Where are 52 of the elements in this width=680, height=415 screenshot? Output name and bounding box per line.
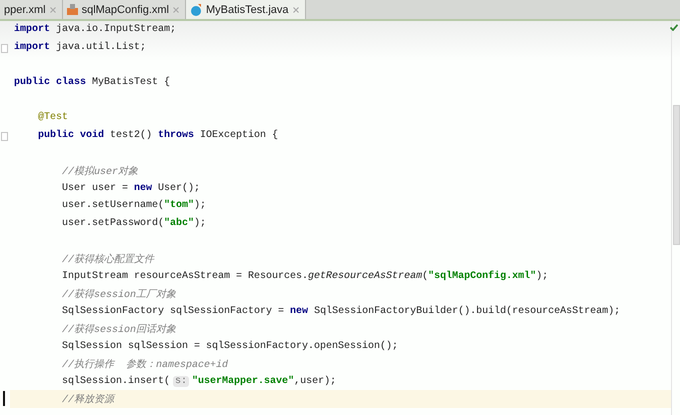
code-comment: //执行操作 参数：namespace+id xyxy=(62,358,228,372)
code-text: ); xyxy=(536,270,548,282)
string-literal: "abc" xyxy=(164,218,194,229)
code-text: User user = xyxy=(62,182,130,194)
keyword: import xyxy=(14,42,50,53)
code-text: SqlSession sqlSession = sqlSessionFactory.openSession(); xyxy=(62,340,398,352)
annotation: @Test xyxy=(38,112,68,124)
check-icon xyxy=(670,24,678,31)
keyword: import xyxy=(14,24,50,36)
string-literal: "tom" xyxy=(164,200,194,212)
code-text: SqlSessionFactory sqlSessionFactory = xyxy=(62,306,286,317)
code-comment: //模拟user对象 xyxy=(62,164,138,178)
code-text: User(); xyxy=(157,182,200,194)
editor-tab[interactable]: pper.xml xyxy=(0,0,63,19)
string-literal: "userMapper.save" xyxy=(192,376,294,388)
code-comment: //获得session工厂对象 xyxy=(62,288,176,301)
code-text: SqlSessionFactoryBuilder().build(resourceAsStream); xyxy=(313,306,620,317)
xml-file-icon xyxy=(66,4,78,15)
code-text: InputStream resourceAsStream = Resources. xyxy=(62,270,308,282)
code-comment: //获得核心配置文件 xyxy=(62,252,154,266)
close-icon[interactable] xyxy=(173,6,179,12)
text-caret xyxy=(3,391,5,406)
code-text: ); xyxy=(194,200,206,212)
keyword: new xyxy=(290,306,308,317)
code-comment: //获得session回话对象 xyxy=(62,322,176,336)
code-text: ); xyxy=(194,218,206,229)
parameter-hint: s: xyxy=(173,376,190,388)
code-text: IOException { xyxy=(199,130,278,141)
code-text: java.io.InputStream; xyxy=(55,24,176,36)
close-icon[interactable] xyxy=(50,6,56,12)
code-text: ,user); xyxy=(294,376,336,388)
editor-tab[interactable]: sqlMapConfig.xml xyxy=(62,0,186,19)
keyword: new xyxy=(134,182,152,194)
fold-icon[interactable] xyxy=(1,132,8,141)
code-comment: //释放资源 xyxy=(62,393,114,406)
code-text: java.util.List; xyxy=(55,42,146,53)
keyword: public class xyxy=(14,77,86,88)
string-literal: "sqlMapConfig.xml" xyxy=(428,270,536,282)
class-file-icon xyxy=(190,4,202,16)
close-icon[interactable] xyxy=(292,6,299,12)
keyword: public void xyxy=(38,130,104,141)
code-text: user.setUsername( xyxy=(62,200,164,212)
code-text: user.setPassword( xyxy=(62,218,164,229)
code-text: MyBatisTest { xyxy=(91,77,170,88)
method-name: getResourceAsStream xyxy=(308,270,422,282)
fold-icon[interactable] xyxy=(1,44,8,53)
keyword: throws xyxy=(158,130,194,141)
scrollbar-thumb[interactable] xyxy=(673,105,680,245)
code-text: test2() xyxy=(109,130,154,141)
code-text: ( xyxy=(422,270,428,282)
editor-tab[interactable]: MyBatisTest.java xyxy=(186,0,306,19)
code-text: sqlSession.insert( xyxy=(62,376,170,388)
